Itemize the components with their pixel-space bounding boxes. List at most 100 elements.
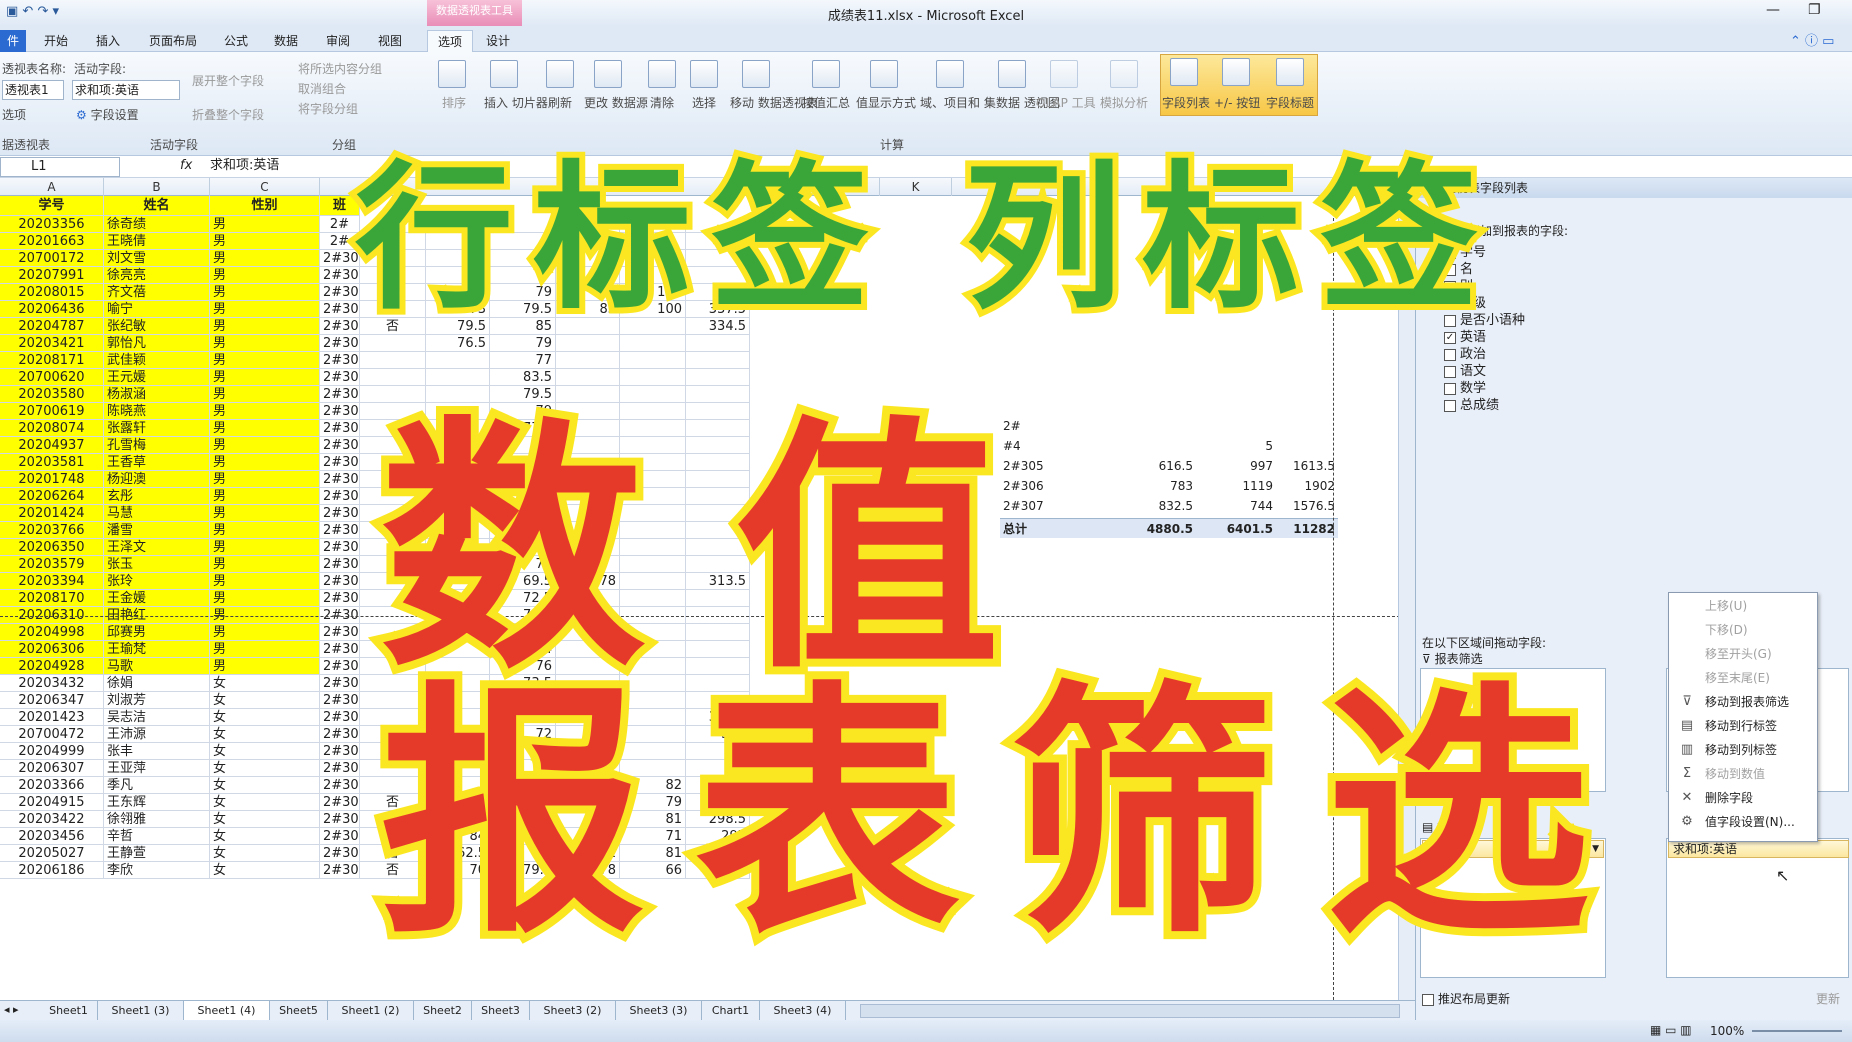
- table-cell[interactable]: 20205027: [0, 845, 104, 862]
- table-cell[interactable]: 2#302: [320, 318, 360, 335]
- table-cell[interactable]: 女: [210, 726, 320, 743]
- table-cell[interactable]: 男: [210, 522, 320, 539]
- table-cell[interactable]: 男: [210, 403, 320, 420]
- table-cell[interactable]: 2#30: [320, 454, 360, 471]
- pivot-cell[interactable]: [1276, 436, 1338, 456]
- pivot-cell[interactable]: 783: [1112, 476, 1196, 496]
- sheet-tab[interactable]: Sheet1 (2): [328, 1001, 414, 1020]
- table-cell[interactable]: 2#307: [320, 862, 360, 879]
- table-cell[interactable]: 男: [210, 352, 320, 369]
- pivot-total-cell[interactable]: 6401.5: [1196, 518, 1276, 538]
- table-cell[interactable]: 男: [210, 301, 320, 318]
- column-header-b[interactable]: B: [104, 178, 210, 196]
- table-cell[interactable]: 2#304: [320, 794, 360, 811]
- table-cell[interactable]: 2#302: [320, 284, 360, 301]
- table-cell[interactable]: 2#306: [320, 352, 360, 369]
- tab-page-layout[interactable]: 页面布局: [140, 30, 206, 52]
- table-cell[interactable]: 2#302: [320, 505, 360, 522]
- table-cell[interactable]: 李欣: [104, 862, 210, 879]
- table-cell[interactable]: 2#303: [320, 811, 360, 828]
- table-cell[interactable]: 马慧: [104, 505, 210, 522]
- tab-formulas[interactable]: 公式: [218, 30, 254, 52]
- table-cell[interactable]: 男: [210, 590, 320, 607]
- tab-home[interactable]: 开始: [36, 30, 76, 52]
- table-cell[interactable]: 女: [210, 709, 320, 726]
- table-cell[interactable]: 杨迎澳: [104, 471, 210, 488]
- table-cell[interactable]: 徐奇绩: [104, 216, 210, 233]
- table-cell[interactable]: 邱赛男: [104, 624, 210, 641]
- sort-icon[interactable]: [438, 60, 466, 88]
- table-cell[interactable]: 齐文蓓: [104, 284, 210, 301]
- table-cell[interactable]: 20206264: [0, 488, 104, 505]
- table-cell[interactable]: 2#307: [320, 556, 360, 573]
- field-list-button[interactable]: 字段列表: [1162, 94, 1210, 111]
- restore-icon[interactable]: ❐: [1808, 2, 1821, 18]
- table-cell[interactable]: 武佳颖: [104, 352, 210, 369]
- plus-minus-button[interactable]: +/- 按钮: [1214, 94, 1260, 111]
- ungroup-button[interactable]: 取消组合: [298, 80, 346, 97]
- checkbox-icon[interactable]: [1444, 348, 1456, 361]
- fields-items-icon[interactable]: [936, 60, 964, 88]
- table-cell[interactable]: 王香草: [104, 454, 210, 471]
- pivot-cell[interactable]: [1276, 416, 1338, 436]
- table-cell[interactable]: 20201424: [0, 505, 104, 522]
- refresh-icon[interactable]: [546, 60, 574, 88]
- table-cell[interactable]: 20203366: [0, 777, 104, 794]
- table-cell[interactable]: 2#304: [320, 692, 360, 709]
- table-cell[interactable]: 2#304: [320, 828, 360, 845]
- table-cell[interactable]: 2#30: [320, 369, 360, 386]
- table-cell[interactable]: 男: [210, 267, 320, 284]
- table-cell[interactable]: 20204928: [0, 658, 104, 675]
- table-cell[interactable]: 2#30: [320, 437, 360, 454]
- table-cell[interactable]: 2#30: [320, 590, 360, 607]
- table-cell[interactable]: 男: [210, 624, 320, 641]
- pivot-cell[interactable]: 1613.5: [1276, 456, 1338, 476]
- horizontal-scrollbar[interactable]: [860, 1004, 1400, 1018]
- table-cell[interactable]: 20201423: [0, 709, 104, 726]
- expand-field-button[interactable]: 展开整个字段: [192, 72, 264, 89]
- table-cell[interactable]: 男: [210, 216, 320, 233]
- sheet-tab[interactable]: Sheet3 (2): [530, 1001, 616, 1020]
- table-cell[interactable]: 20700472: [0, 726, 104, 743]
- table-cell[interactable]: 2#307: [320, 845, 360, 862]
- table-cell[interactable]: 2#: [320, 216, 360, 233]
- table-cell[interactable]: 男: [210, 284, 320, 301]
- plus-minus-icon[interactable]: [1222, 58, 1250, 86]
- table-cell[interactable]: 王泽文: [104, 539, 210, 556]
- table-cell[interactable]: 2#30: [320, 760, 360, 777]
- table-cell[interactable]: 男: [210, 233, 320, 250]
- table-cell[interactable]: 20208170: [0, 590, 104, 607]
- tab-file[interactable]: 件: [0, 30, 26, 52]
- sheet-tab[interactable]: Sheet1 (3): [98, 1001, 184, 1020]
- collapse-field-button[interactable]: 折叠整个字段: [192, 106, 264, 123]
- field-headers-icon[interactable]: [1276, 58, 1304, 86]
- help-icon[interactable]: ⌃ ⓘ ▭: [1790, 30, 1834, 49]
- table-cell[interactable]: 2#306: [320, 301, 360, 318]
- context-menu-item[interactable]: ⊽ 移动到报表筛选: [1669, 690, 1817, 714]
- table-cell[interactable]: 2#30: [320, 250, 360, 267]
- insert-slicer-icon[interactable]: [490, 60, 518, 88]
- view-buttons[interactable]: ▦ ▭ ▥: [1650, 1023, 1692, 1037]
- tab-data[interactable]: 数据: [266, 30, 306, 52]
- table-cell[interactable]: 男: [210, 369, 320, 386]
- table-cell[interactable]: 男: [210, 335, 320, 352]
- table-cell[interactable]: 王瑜梵: [104, 641, 210, 658]
- table-cell[interactable]: 20204937: [0, 437, 104, 454]
- table-cell[interactable]: 2#304: [320, 522, 360, 539]
- minimize-icon[interactable]: —: [1766, 2, 1780, 18]
- tab-view[interactable]: 视图: [370, 30, 410, 52]
- table-cell[interactable]: 2#304: [320, 539, 360, 556]
- table-cell[interactable]: 20203579: [0, 556, 104, 573]
- pivot-cell[interactable]: 1902: [1276, 476, 1338, 496]
- table-cell[interactable]: 男: [210, 641, 320, 658]
- table-cell[interactable]: 徐亮亮: [104, 267, 210, 284]
- table-cell[interactable]: 男: [210, 386, 320, 403]
- pivot-cell[interactable]: [1112, 436, 1196, 456]
- table-cell[interactable]: 王元媛: [104, 369, 210, 386]
- table-cell[interactable]: 马歌: [104, 658, 210, 675]
- table-cell[interactable]: 2#306: [320, 743, 360, 760]
- tab-insert[interactable]: 插入: [88, 30, 128, 52]
- table-cell[interactable]: 女: [210, 794, 320, 811]
- table-cell[interactable]: 男: [210, 318, 320, 335]
- table-cell[interactable]: 女: [210, 862, 320, 879]
